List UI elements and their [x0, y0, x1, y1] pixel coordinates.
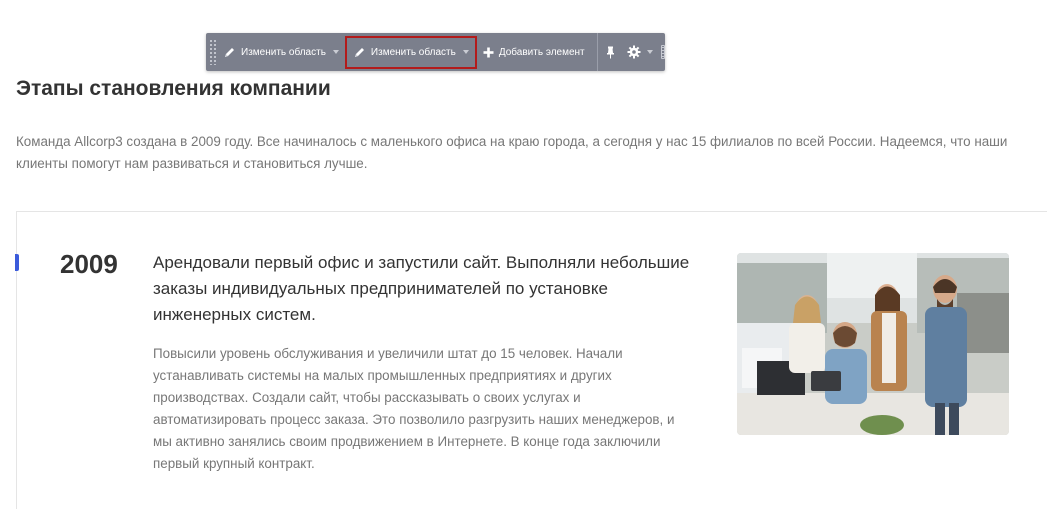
add-element-button[interactable]: Добавить элемент	[477, 37, 591, 67]
timeline-active-marker	[15, 254, 19, 271]
timeline-event-description: Повысили уровень обслуживания и увеличил…	[153, 346, 675, 471]
timeline-year: 2009	[60, 249, 118, 279]
settings-button[interactable]	[623, 37, 657, 67]
gear-icon	[627, 45, 641, 59]
page-title: Этапы становления компании	[16, 77, 331, 100]
edit-area-label-2: Изменить область	[370, 46, 456, 58]
edit-area-label-1: Изменить область	[241, 46, 326, 58]
toolbar-drag-handle[interactable]	[209, 39, 217, 65]
pin-icon	[606, 46, 615, 59]
editor-toolbar: Изменить область Изменить область Добави…	[206, 33, 665, 71]
intro-text: Команда Allcorp3 создана в 2009 году. Вс…	[16, 134, 1008, 171]
pencil-icon	[353, 46, 366, 59]
timeline-event-title: Арендовали первый офис и запустили сайт.…	[153, 253, 690, 324]
edit-area-button-2[interactable]: Изменить область	[344, 35, 477, 69]
timeline-divider	[16, 211, 1047, 212]
add-element-label: Добавить элемент	[498, 46, 585, 58]
chevron-down-icon[interactable]	[462, 50, 469, 54]
office-team-photo	[737, 253, 1009, 435]
plus-icon	[483, 47, 494, 58]
pin-button[interactable]	[598, 37, 623, 67]
toolbar-resize-handle[interactable]	[660, 45, 665, 59]
chevron-down-icon[interactable]	[332, 50, 339, 54]
chevron-down-icon[interactable]	[646, 50, 653, 54]
pencil-icon	[223, 46, 236, 59]
edit-area-button-1[interactable]: Изменить область	[217, 37, 345, 67]
